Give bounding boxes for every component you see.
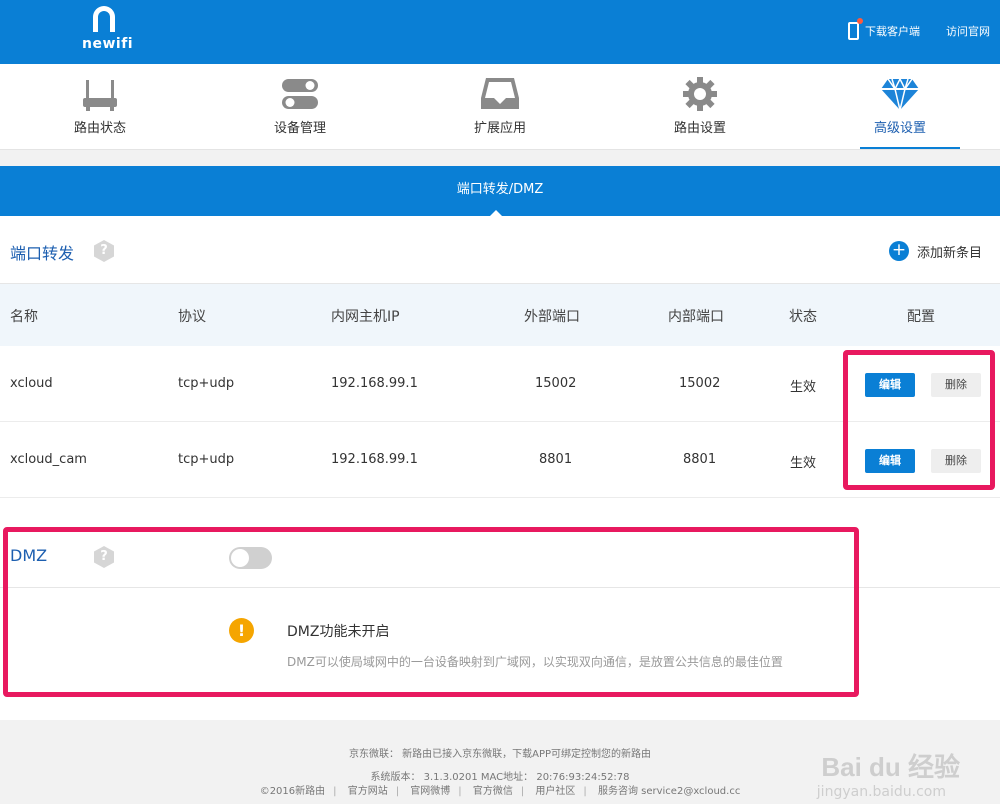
warning-icon: ! (229, 618, 254, 643)
column-header-protocol: 协议 (178, 309, 206, 325)
help-icon[interactable]: ? (94, 546, 114, 568)
nav-label: 路由状态 (73, 121, 126, 136)
add-entry-button[interactable]: + 添加新条目 (888, 241, 982, 261)
nav-item-router-status[interactable]: 路由状态 (0, 64, 200, 149)
spacer (0, 498, 1000, 518)
main-nav: 路由状态 设备管理 扩展应用 路由设置 高级设置 (0, 64, 1000, 150)
table-header: 名称 协议 内网主机IP 外部端口 内部端口 状态 配置 (0, 284, 1000, 346)
section-title: 端口转发/DMZ (456, 182, 544, 197)
newifi-logo[interactable]: newifi (82, 6, 134, 56)
notification-dot-icon (857, 18, 863, 24)
toggle-knob (231, 549, 249, 567)
nav-label: 路由设置 (673, 121, 726, 136)
active-tab-underline (860, 147, 960, 149)
cell-internal-port: 8801 (683, 452, 717, 467)
port-forward-header: 端口转发 ? + 添加新条目 (0, 216, 1000, 284)
tray-icon (481, 78, 519, 109)
diamond-icon (881, 77, 919, 111)
dmz-description: DMZ可以使局域网中的一台设备映射到广域网，以实现双向通信，是放置公共信息的最佳… (287, 655, 783, 669)
cell-external-port: 15002 (535, 376, 577, 391)
plus-icon: + (888, 241, 909, 261)
nav-item-router-settings[interactable]: 路由设置 (600, 64, 800, 149)
dmz-status-text: DMZ功能未开启 (287, 624, 390, 640)
baidu-watermark: Bai du 经验 (821, 752, 960, 782)
footer-link-community[interactable]: 用户社区 (535, 786, 575, 797)
cell-protocol: tcp+udp (178, 452, 235, 467)
nav-item-device-management[interactable]: 设备管理 (200, 64, 400, 149)
cell-external-port: 8801 (539, 452, 573, 467)
cell-name: xcloud_cam (10, 452, 87, 467)
gear-icon (683, 77, 717, 111)
download-client-link[interactable]: 下载客户端 (865, 23, 920, 39)
cell-internal-port: 15002 (679, 376, 721, 391)
top-bar: newifi 下载客户端 访问官网 (0, 0, 1000, 64)
cell-lan-ip: 192.168.99.1 (331, 452, 418, 467)
column-header-config: 配置 (907, 309, 935, 325)
column-header-lan-ip: 内网主机IP (331, 309, 400, 325)
table-row: xcloud_cam tcp+udp 192.168.99.1 8801 880… (0, 422, 1000, 498)
delete-button[interactable]: 删除 (931, 449, 981, 473)
dmz-body: ! DMZ功能未开启 DMZ可以使局域网中的一台设备映射到广域网，以实现双向通信… (0, 588, 1000, 720)
nav-item-extensions[interactable]: 扩展应用 (400, 64, 600, 149)
cell-status: 生效 (790, 456, 817, 471)
cell-protocol: tcp+udp (178, 376, 235, 391)
add-entry-label: 添加新条目 (916, 245, 982, 261)
section-header: 端口转发/DMZ (0, 166, 1000, 217)
cell-status: 生效 (790, 380, 817, 395)
dmz-title: DMZ (10, 546, 48, 565)
footer-link-wechat[interactable]: 官方微信 (473, 786, 513, 797)
footer-link-weibo[interactable]: 官网微博 (410, 786, 450, 797)
column-header-external-port: 外部端口 (524, 309, 580, 325)
footer: 京东微联： 新路由已接入京东微联，下载APP可绑定控制您的新路由 系统版本： 3… (0, 720, 1000, 804)
column-header-status: 状态 (789, 309, 817, 325)
nav-label: 扩展应用 (473, 121, 526, 136)
column-header-name: 名称 (10, 309, 38, 325)
phone-icon (848, 18, 863, 40)
dmz-header: DMZ ? (0, 518, 1000, 588)
visit-official-site-link[interactable]: 访问官网 (946, 23, 990, 39)
table-row: xcloud tcp+udp 192.168.99.1 15002 15002 … (0, 346, 1000, 422)
toggle-devices-icon (282, 79, 318, 109)
edit-button[interactable]: 编辑 (865, 373, 915, 397)
nav-label: 设备管理 (273, 121, 326, 136)
footer-link-service[interactable]: 服务咨询 service2@xcloud.cc (598, 786, 740, 797)
footer-copyright: ©2016新路由 (259, 786, 326, 797)
help-icon[interactable]: ? (94, 240, 114, 262)
footer-link-official-site[interactable]: 官方网站 (348, 786, 388, 797)
cell-name: xcloud (10, 376, 53, 391)
logo-text: newifi (82, 36, 134, 52)
logo-mark (93, 6, 115, 32)
dmz-toggle[interactable] (229, 547, 272, 569)
nav-label: 高级设置 (873, 121, 926, 136)
delete-button[interactable]: 删除 (931, 373, 981, 397)
router-icon (83, 80, 117, 111)
column-header-internal-port: 内部端口 (668, 309, 724, 325)
baidu-watermark-url: jingyan.baidu.com (816, 784, 946, 800)
top-links: 下载客户端 访问官网 (848, 18, 990, 40)
nav-item-advanced-settings[interactable]: 高级设置 (800, 64, 1000, 149)
port-forward-title: 端口转发 (10, 244, 75, 263)
edit-button[interactable]: 编辑 (865, 449, 915, 473)
cell-lan-ip: 192.168.99.1 (331, 376, 418, 391)
